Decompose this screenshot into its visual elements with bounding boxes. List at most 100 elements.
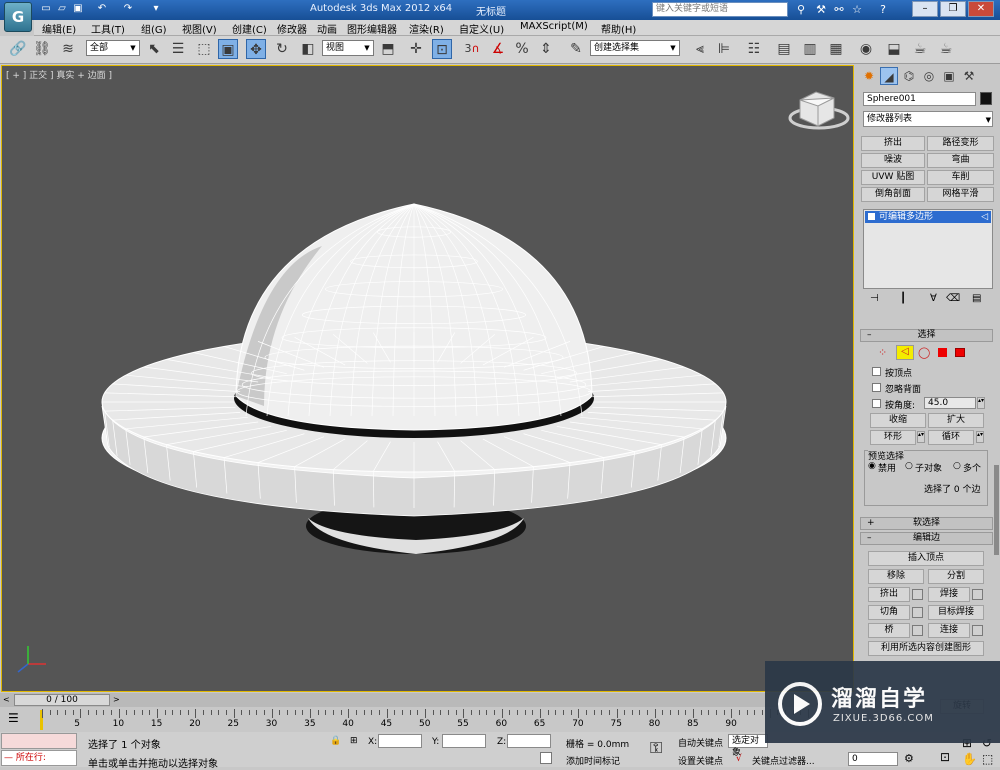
reference-coordinate-dropdown[interactable]: 视图 ▼ <box>322 40 374 56</box>
weld-settings-button[interactable] <box>972 589 983 600</box>
edit-named-selection-icon[interactable]: ✎ <box>566 39 586 59</box>
quick-access-dropdown-icon[interactable]: ▾ <box>150 3 162 15</box>
key-filters-button[interactable]: 关键点过滤器... <box>752 754 815 767</box>
by-vertex-checkbox[interactable] <box>872 367 881 376</box>
lock-selection-icon[interactable]: 🔒 <box>330 736 341 746</box>
slider-left-arrow[interactable]: < <box>3 695 10 704</box>
unlink-icon[interactable]: ⛓ <box>32 39 52 59</box>
split-button[interactable]: 分割 <box>928 569 984 584</box>
chamfer-settings-button[interactable] <box>912 607 923 618</box>
maximize-viewport-icon[interactable]: ⬚ <box>982 752 993 766</box>
angle-spinner[interactable]: ▴▾ <box>977 397 985 409</box>
select-object-icon[interactable]: ⬉ <box>144 39 164 59</box>
ring-button[interactable]: 环形 <box>870 430 916 445</box>
insert-vertex-button[interactable]: 插入顶点 <box>868 551 984 566</box>
ring-spinner[interactable]: ▴▾ <box>917 431 925 443</box>
extrude-settings-button[interactable] <box>912 589 923 600</box>
window-crossing-icon[interactable]: ▣ <box>218 39 238 59</box>
select-scale-icon[interactable]: ◧ <box>298 39 318 59</box>
loop-button[interactable]: 循环 <box>928 430 974 445</box>
app-logo[interactable]: G <box>4 2 32 32</box>
modifier-extrude-button[interactable]: 挤出 <box>861 136 925 151</box>
menu-help[interactable]: 帮助(H) <box>601 21 636 36</box>
time-config-icon[interactable]: ⚙ <box>904 752 914 765</box>
perspective-viewport[interactable]: [ + ] 正交 ] 真实 + 边面 ] <box>1 65 854 692</box>
radio-selected-icon[interactable]: ◉ <box>868 461 876 471</box>
modifier-bend-button[interactable]: 弯曲 <box>927 153 994 168</box>
set-key-icon[interactable]: ⚿ <box>650 738 662 758</box>
soft-selection-rollout-header[interactable]: + 软选择 <box>860 517 993 530</box>
angle-snap-icon[interactable]: ∡ <box>488 39 508 59</box>
menu-graph-editors[interactable]: 图形编辑器 <box>347 21 397 36</box>
element-subobject-icon[interactable] <box>955 348 965 357</box>
modifier-noise-button[interactable]: 噪波 <box>861 153 925 168</box>
mirror-icon[interactable]: ⫷ <box>690 39 710 59</box>
modifier-bevel-profile-button[interactable]: 倒角剖面 <box>861 187 925 202</box>
maxscript-listener-bottom[interactable]: — 所在行: <box>1 750 77 766</box>
binoculars-icon[interactable]: ⚲ <box>794 3 808 17</box>
show-end-result-icon[interactable]: ┃ <box>900 293 906 304</box>
save-file-icon[interactable]: ▣ <box>72 3 84 15</box>
remove-modifier-icon[interactable]: ⌫ <box>946 293 960 304</box>
key-filters-icon[interactable]: √ <box>736 754 742 764</box>
stack-item-editable-poly[interactable]: 可编辑多边形 ◁ <box>865 211 991 223</box>
object-name-field[interactable]: Sphere001 <box>863 92 976 106</box>
target-weld-button[interactable]: 目标焊接 <box>928 605 984 620</box>
schematic-view-icon[interactable]: ▦ <box>826 39 846 59</box>
selected-dropdown[interactable]: 选定对象 <box>728 734 768 758</box>
connect-settings-button[interactable] <box>972 625 983 636</box>
bridge-settings-button[interactable] <box>912 625 923 636</box>
x-coordinate-field[interactable] <box>378 734 422 748</box>
search-input[interactable]: 键入关键字或短语 <box>652 2 788 17</box>
pin-stack-icon[interactable]: ⊣ <box>870 293 879 304</box>
menu-modifiers[interactable]: 修改器 <box>277 21 307 36</box>
edge-subobject-button[interactable]: ◁ <box>896 345 914 360</box>
bind-space-warp-icon[interactable]: ≋ <box>58 39 78 59</box>
zoom-extents-icon[interactable]: ⊡ <box>940 750 950 764</box>
z-coordinate-field[interactable] <box>507 734 551 748</box>
rectangle-selection-icon[interactable]: ⬚ <box>194 39 214 59</box>
snap-toggle-icon[interactable]: 3∩ <box>462 39 482 59</box>
utilities-tab-icon[interactable]: ⚒ <box>960 67 978 85</box>
close-button[interactable]: ✕ <box>968 1 994 17</box>
modifier-list-dropdown[interactable]: 修改器列表 ▼ <box>863 111 993 127</box>
edit-edges-rollout-header[interactable]: – 编辑边 <box>860 532 993 545</box>
add-time-tag-label[interactable]: 添加时间标记 <box>566 754 620 767</box>
render-production-icon[interactable]: ☕ <box>936 39 956 59</box>
modifier-uvw-map-button[interactable]: UVW 贴图 <box>861 170 925 185</box>
expand-icon[interactable] <box>868 213 875 220</box>
minimize-button[interactable]: – <box>912 1 938 17</box>
time-slider-thumb[interactable]: 0 / 100 <box>14 694 110 706</box>
vertex-subobject-icon[interactable]: ⁘ <box>878 346 887 359</box>
time-slider-track[interactable]: < 0 / 100 > <box>0 693 855 707</box>
link-icon[interactable]: 🔗 <box>8 39 28 59</box>
menu-rendering[interactable]: 渲染(R) <box>409 21 444 36</box>
bridge-button[interactable]: 桥 <box>868 623 910 638</box>
create-tab-icon[interactable]: ✹ <box>860 67 878 85</box>
modifier-lathe-button[interactable]: 车削 <box>927 170 994 185</box>
angle-value-field[interactable]: 45.0 <box>924 397 976 409</box>
modifier-stack[interactable]: 可编辑多边形 ◁ <box>863 209 993 289</box>
polygon-subobject-icon[interactable] <box>938 348 947 357</box>
radio-icon[interactable]: ○ <box>953 461 961 471</box>
y-coordinate-field[interactable] <box>442 734 486 748</box>
radio-icon[interactable]: ○ <box>905 461 913 471</box>
set-key-button[interactable]: 设置关键点 <box>678 754 723 767</box>
layer-manager-icon[interactable]: ☷ <box>744 39 764 59</box>
grow-button[interactable]: 扩大 <box>928 413 984 428</box>
undo-icon[interactable]: ↶ <box>96 3 108 15</box>
wrench-icon[interactable]: ⚒ <box>814 3 828 17</box>
maxscript-listener-top[interactable] <box>1 733 77 749</box>
pivot-center-icon[interactable]: ⬒ <box>378 39 398 59</box>
absolute-mode-icon[interactable]: ⊞ <box>350 736 358 746</box>
menu-tools[interactable]: 工具(T) <box>91 21 125 36</box>
timeline[interactable]: ☰ 5 10 15 20 25 30 35 40 45 50 55 60 65 70 75 80 85 90 <box>0 708 855 732</box>
remove-button[interactable]: 移除 <box>868 569 924 584</box>
menu-create[interactable]: 创建(C) <box>232 21 267 36</box>
select-move-icon[interactable]: ✥ <box>246 39 266 59</box>
current-frame-field[interactable]: 0 <box>848 752 898 766</box>
auto-key-button[interactable]: 自动关键点 <box>678 736 723 749</box>
connect-button[interactable]: 连接 <box>928 623 970 638</box>
slider-right-arrow[interactable]: > <box>113 695 120 704</box>
material-editor-icon[interactable]: ◉ <box>856 39 876 59</box>
